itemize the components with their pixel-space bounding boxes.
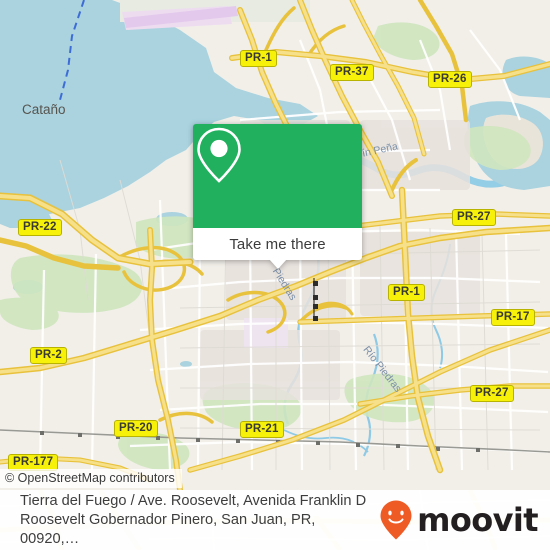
map-label-catano: Cataño [22,102,66,117]
map-screenshot: Cataño …ín Peña Piedras Río Piedras PR-1… [0,0,550,550]
moovit-wordmark: moovit [417,501,538,539]
callout-pointer [268,259,287,269]
osm-attribution[interactable]: © OpenStreetMap contributors [0,469,182,488]
route-shield-pr-21[interactable]: PR-21 [240,421,284,438]
route-shield-pr-2[interactable]: PR-2 [30,347,68,364]
caption-line-2: Roosevelt Gobernador Pinero, San Juan, P… [20,511,316,547]
route-shield-pr-20[interactable]: PR-20 [114,420,158,437]
transit-stop-marker[interactable] [313,281,318,286]
take-me-there-label: Take me there [229,235,326,253]
route-shield-pr-1-east[interactable]: PR-1 [388,284,426,301]
route-shield-pr-37[interactable]: PR-37 [330,64,374,81]
callout-pin-area [193,124,362,228]
map-canvas[interactable]: Cataño …ín Peña Piedras Río Piedras PR-1… [0,0,550,490]
caption-line-1: Tierra del Fuego / Ave. Roosevelt, Aveni… [20,492,367,509]
moovit-logo[interactable]: moovit [379,499,550,541]
map-pin-icon [197,127,241,183]
take-me-there-button[interactable]: Take me there [193,228,362,269]
route-shield-pr-1[interactable]: PR-1 [240,50,278,67]
location-caption: Tierra del Fuego / Ave. Roosevelt, Aveni… [0,492,379,549]
transit-stop-marker[interactable] [313,295,318,300]
route-shield-pr-17[interactable]: PR-17 [491,309,535,326]
transit-stop-marker[interactable] [313,304,318,309]
route-shield-pr-26[interactable]: PR-26 [428,71,472,88]
location-callout-card[interactable]: Take me there [193,124,362,269]
moovit-smiley-pin-icon [380,500,412,540]
footer-bar: Tierra del Fuego / Ave. Roosevelt, Aveni… [0,490,550,550]
transit-stop-marker[interactable] [313,316,318,321]
route-shield-pr-22[interactable]: PR-22 [18,219,62,236]
route-shield-pr-27-north[interactable]: PR-27 [452,209,496,226]
route-shield-pr-27-south[interactable]: PR-27 [470,385,514,402]
